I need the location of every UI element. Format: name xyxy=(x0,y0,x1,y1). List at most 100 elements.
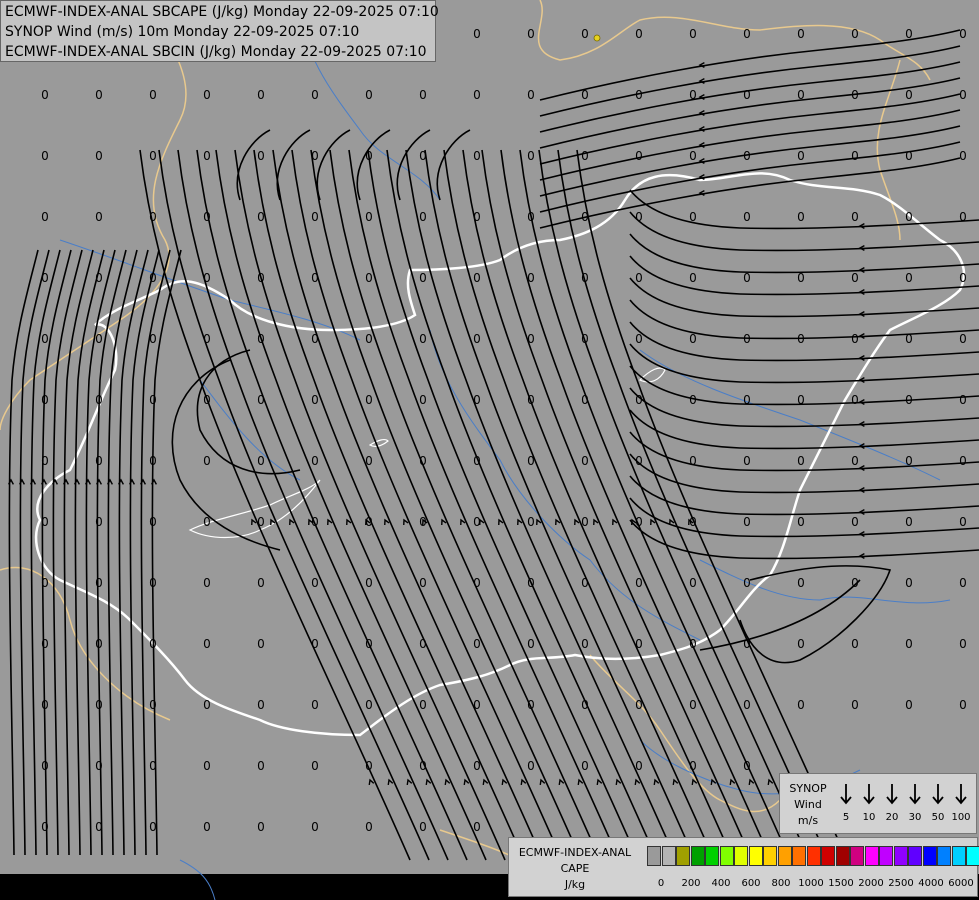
cape-value: 0 xyxy=(311,698,319,712)
station-marker[interactable] xyxy=(593,34,601,42)
cape-tick-label: 0 xyxy=(657,878,665,889)
cape-value: 0 xyxy=(635,88,643,102)
cape-value: 0 xyxy=(257,637,265,651)
cape-color-swatch xyxy=(777,846,792,866)
cape-color-swatch xyxy=(676,846,690,866)
cape-value: 0 xyxy=(365,393,373,407)
cape-value: 0 xyxy=(419,637,427,651)
cape-value: 0 xyxy=(797,637,805,651)
cape-value: 0 xyxy=(959,210,967,224)
cape-value: 0 xyxy=(527,332,535,346)
cape-tick-label: 1000 xyxy=(798,878,824,889)
cape-value: 0 xyxy=(311,149,319,163)
cape-value: 0 xyxy=(149,210,157,224)
cape-value: 0 xyxy=(905,210,913,224)
cape-value: 0 xyxy=(743,271,751,285)
cape-value: 0 xyxy=(473,759,481,773)
cape-value: 0 xyxy=(149,393,157,407)
cape-legend-title-3: J/kg xyxy=(564,878,586,891)
cape-value: 0 xyxy=(959,576,967,590)
cape-value: 0 xyxy=(419,820,427,834)
cape-legend: ECMWF-INDEX-ANAL CAPE J/kg 0 200 400 600 800… xyxy=(508,837,979,897)
cape-value: 0 xyxy=(959,332,967,346)
cape-value: 0 xyxy=(473,393,481,407)
cape-value: 0 xyxy=(365,88,373,102)
cape-value: 0 xyxy=(365,576,373,590)
cape-value: 0 xyxy=(689,698,697,712)
cape-color-swatch xyxy=(763,846,777,866)
cape-value: 0 xyxy=(959,698,967,712)
cape-value: 0 xyxy=(743,698,751,712)
cape-value: 0 xyxy=(473,515,481,529)
cape-value: 0 xyxy=(473,27,481,41)
cape-value: 0 xyxy=(743,149,751,163)
cape-tick-label: 600 xyxy=(741,878,761,889)
cape-value: 0 xyxy=(743,27,751,41)
cape-value: 0 xyxy=(95,698,103,712)
cape-value: 0 xyxy=(959,88,967,102)
cape-value: 0 xyxy=(203,210,211,224)
cape-value: 0 xyxy=(689,393,697,407)
cape-value: 0 xyxy=(743,637,751,651)
cape-value: 0 xyxy=(419,210,427,224)
cape-value: 0 xyxy=(797,271,805,285)
cape-value: 0 xyxy=(527,454,535,468)
cape-value: 0 xyxy=(419,454,427,468)
cape-value: 0 xyxy=(365,271,373,285)
cape-value: 0 xyxy=(95,454,103,468)
cape-value: 0 xyxy=(311,210,319,224)
cape-value: 0 xyxy=(851,271,859,285)
title-panel: ECMWF-INDEX-ANAL SBCAPE (J/kg) Monday 22… xyxy=(0,0,439,62)
wind-speed-label: 5 xyxy=(842,812,850,823)
cape-value: 0 xyxy=(581,332,589,346)
cape-tick-label: 200 xyxy=(681,878,701,889)
cape-value: 0 xyxy=(95,820,103,834)
cape-color-swatch xyxy=(937,846,951,866)
cape-value: 0 xyxy=(473,332,481,346)
cape-value: 0 xyxy=(797,88,805,102)
cape-value: 0 xyxy=(149,576,157,590)
cape-value: 0 xyxy=(851,88,859,102)
cape-color-swatch xyxy=(806,846,821,866)
cape-color-swatch xyxy=(734,846,748,866)
cape-value: 0 xyxy=(527,698,535,712)
cape-value: 0 xyxy=(689,271,697,285)
cape-value: 0 xyxy=(797,393,805,407)
cape-value: 0 xyxy=(905,88,913,102)
title-sbcape: ECMWF-INDEX-ANAL SBCAPE (J/kg) Monday 22… xyxy=(5,4,439,20)
cape-value: 0 xyxy=(149,271,157,285)
wind-speed-label: 20 xyxy=(885,812,899,823)
cape-tick-label: 800 xyxy=(771,878,791,889)
cape-value: 0 xyxy=(203,515,211,529)
cape-value: 0 xyxy=(95,271,103,285)
cape-value: 0 xyxy=(797,576,805,590)
cape-value: 0 xyxy=(959,271,967,285)
cape-value: 0 xyxy=(959,454,967,468)
cape-value: 0 xyxy=(257,698,265,712)
cape-value: 0 xyxy=(473,820,481,834)
weather-map[interactable]: 0 0 0 0 0 0 0 0 0 0 0 0 0 0 0 0 0 0 0 0 0 0 0 0 0 0 0 0 0 0 0 0 0 0 0 0 0 0 0 0… xyxy=(0,0,979,900)
cape-value: 0 xyxy=(581,698,589,712)
cape-value: 0 xyxy=(689,637,697,651)
cape-value: 0 xyxy=(689,88,697,102)
cape-value: 0 xyxy=(527,88,535,102)
cape-value: 0 xyxy=(473,637,481,651)
cape-value: 0 xyxy=(365,820,373,834)
cape-value: 0 xyxy=(419,393,427,407)
cape-value: 0 xyxy=(797,698,805,712)
cape-value: 0 xyxy=(851,149,859,163)
cape-value: 0 xyxy=(257,332,265,346)
cape-color-swatch xyxy=(966,846,979,866)
cape-value: 0 xyxy=(635,27,643,41)
cape-value: 0 xyxy=(419,332,427,346)
cape-value: 0 xyxy=(527,515,535,529)
cape-value: 0 xyxy=(419,759,427,773)
cape-value: 0 xyxy=(419,149,427,163)
cape-value: 0 xyxy=(581,515,589,529)
arrow-down-icon xyxy=(932,784,944,805)
cape-value: 0 xyxy=(203,149,211,163)
cape-color-swatch xyxy=(850,846,864,866)
cape-value: 0 xyxy=(581,393,589,407)
cape-value: 0 xyxy=(311,332,319,346)
cape-value: 0 xyxy=(635,332,643,346)
